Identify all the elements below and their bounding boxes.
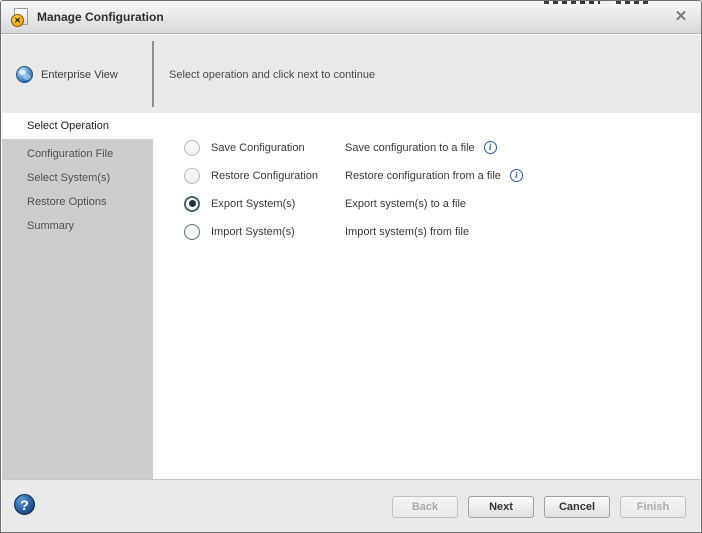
radio-import-systems[interactable] xyxy=(184,223,200,240)
info-icon[interactable]: i xyxy=(509,169,523,182)
finish-button[interactable]: Finish xyxy=(620,496,686,518)
close-icon[interactable]: ✕ xyxy=(672,8,690,26)
globe-icon xyxy=(16,66,33,83)
sidebar-item-select-operation[interactable]: Select Operation xyxy=(2,113,153,139)
enterprise-view: Enterprise View xyxy=(16,66,118,83)
help-icon[interactable]: ? xyxy=(14,494,35,515)
option-import-systems: Import System(s) Import system(s) from f… xyxy=(153,223,700,240)
next-button[interactable]: Next xyxy=(468,496,534,518)
title-bar: ✕ Manage Configuration ✕ xyxy=(1,1,701,34)
option-label: Import System(s) xyxy=(211,225,295,238)
tool-badge-icon: ✕ xyxy=(11,14,24,27)
info-icon[interactable]: i xyxy=(483,141,497,154)
cancel-button[interactable]: Cancel xyxy=(544,496,610,518)
header-divider xyxy=(152,41,154,107)
wizard-buttons: Back Next Cancel Finish xyxy=(392,496,686,518)
option-label: Restore Configuration xyxy=(211,169,319,182)
option-export-systems: Export System(s) Export system(s) to a f… xyxy=(153,195,700,212)
operation-options: Save Configuration Save configuration to… xyxy=(153,113,700,479)
radio-save-configuration[interactable] xyxy=(184,139,200,156)
manage-configuration-dialog: ✕ Manage Configuration ✕ Enterprise View… xyxy=(0,0,702,533)
option-label: Export System(s) xyxy=(211,197,296,210)
wizard-instruction: Select operation and click next to conti… xyxy=(169,69,376,81)
option-description: Save configuration to a file xyxy=(345,141,475,154)
manage-configuration-icon: ✕ xyxy=(11,8,30,27)
wizard-footer: ? Back Next Cancel Finish xyxy=(2,479,700,532)
sidebar-item-restore-options[interactable]: Restore Options xyxy=(2,190,153,214)
wizard-header: Enterprise View Select operation and cli… xyxy=(2,35,700,113)
option-save-configuration: Save Configuration Save configuration to… xyxy=(153,139,700,156)
back-button[interactable]: Back xyxy=(392,496,458,518)
option-description: Restore configuration from a file xyxy=(345,169,501,182)
sidebar-item-summary[interactable]: Summary xyxy=(2,214,153,238)
background-window-fragment xyxy=(544,1,650,4)
enterprise-view-label: Enterprise View xyxy=(41,68,118,81)
option-restore-configuration: Restore Configuration Restore configurat… xyxy=(153,167,700,184)
option-label: Save Configuration xyxy=(211,141,305,154)
window-title: Manage Configuration xyxy=(37,10,164,24)
sidebar-item-configuration-file[interactable]: Configuration File xyxy=(2,142,153,166)
wizard-body: Select Operation Configuration File Sele… xyxy=(2,113,700,479)
wizard-steps-sidebar: Select Operation Configuration File Sele… xyxy=(2,113,153,479)
radio-restore-configuration[interactable] xyxy=(184,167,200,184)
option-description: Import system(s) from file xyxy=(345,225,470,238)
radio-export-systems[interactable] xyxy=(184,195,200,212)
option-description: Export system(s) to a file xyxy=(345,197,467,210)
sidebar-item-select-systems[interactable]: Select System(s) xyxy=(2,166,153,190)
